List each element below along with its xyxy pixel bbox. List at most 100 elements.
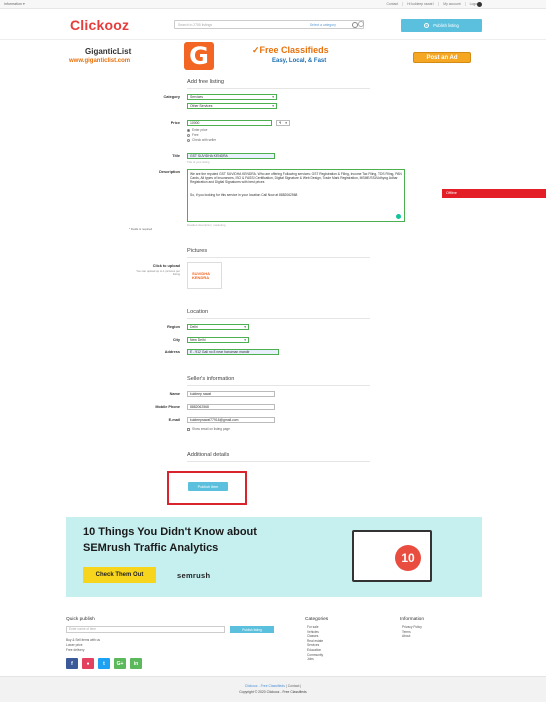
- region-label: Region: [167, 325, 180, 329]
- settings-icon[interactable]: [358, 21, 364, 27]
- site-logo[interactable]: Clickooz: [70, 17, 129, 33]
- divider: [187, 385, 370, 386]
- g-logo-icon: G: [184, 42, 214, 70]
- plus-icon: +: [424, 23, 430, 28]
- publish-listing-label: Publish listing: [433, 23, 459, 28]
- top-links: Contact Hi kuldeep rawat ! My account Lo…: [386, 2, 480, 6]
- categories-title: Categories: [305, 617, 329, 622]
- category-label: Category: [163, 95, 180, 99]
- instagram-icon[interactable]: ●: [82, 658, 94, 669]
- categories-list: For sale Vehicles Classes Real estate Se…: [307, 625, 323, 662]
- location-title: Location: [187, 309, 209, 315]
- ad-badge: 10: [395, 545, 421, 571]
- email-input[interactable]: kuldeeprawat77916@gmail.com: [187, 417, 275, 423]
- divider: [187, 461, 370, 462]
- seller-info-title: Seller's information: [187, 376, 235, 382]
- subcategory-select[interactable]: Other Services: [187, 103, 277, 109]
- price-option-enter[interactable]: Enter price: [187, 128, 207, 132]
- show-email-checkbox[interactable]: Show email on listing page: [187, 427, 230, 431]
- header: Clickooz Search in 2755 listings Select …: [0, 9, 546, 40]
- email-label: E-mail: [168, 418, 180, 422]
- privacy-policy-link[interactable]: Privacy Policy: [402, 625, 422, 630]
- offline-chat-tab[interactable]: Offline: [442, 189, 546, 198]
- phone-input[interactable]: 8882062568: [187, 404, 275, 410]
- post-ad-button[interactable]: Post an Ad: [413, 52, 471, 63]
- ad-headline-1: 10 Things You Didn't Know about: [83, 526, 257, 538]
- upload-hint: You can upload up to 1 pictures per list…: [136, 269, 180, 277]
- quick-publish-button[interactable]: Publish listing: [230, 626, 274, 633]
- copyright-text: Copyright © 2020 Clickooz - Free Classif…: [239, 690, 307, 694]
- city-select[interactable]: New Delhi: [187, 337, 249, 343]
- upload-label[interactable]: Click to upload: [0, 264, 180, 268]
- divider: [187, 318, 370, 319]
- price-option-enter-label: Enter price: [192, 128, 208, 132]
- ad-headline-2: SEMrush Traffic Analytics: [83, 542, 219, 554]
- banner-site-url: www.giganticlist.com: [69, 58, 131, 64]
- price-option-free[interactable]: Free: [187, 133, 199, 137]
- ad-cta-button[interactable]: Check Them Out: [83, 567, 156, 583]
- contact-footer-link[interactable]: | Contact |: [286, 684, 301, 688]
- show-email-label: Show email on listing page: [192, 427, 230, 431]
- publish-item-button[interactable]: Publish item: [188, 482, 228, 491]
- category-select[interactable]: Select a category: [310, 23, 336, 27]
- title-input[interactable]: GST SUVIDHA KENDRA: [187, 153, 275, 159]
- phone-label: Mobile Phone: [155, 405, 180, 409]
- add-listing-title: Add free listing: [187, 79, 225, 85]
- facebook-icon[interactable]: f: [66, 658, 78, 669]
- quick-publish-input[interactable]: Enter name of item: [66, 626, 225, 633]
- title-label: Title: [172, 154, 180, 158]
- free-delivery-text: Free delivery: [66, 648, 85, 652]
- price-option-check[interactable]: Check with seller: [187, 138, 216, 142]
- information-menu[interactable]: Information ▾: [4, 2, 25, 6]
- description-textarea[interactable]: We are the reputed GST SUVIDHA KENDRA. W…: [187, 169, 405, 222]
- notification-icon[interactable]: [477, 2, 482, 7]
- promo-banner[interactable]: GiganticList www.giganticlist.com G ✓Fre…: [66, 42, 482, 72]
- user-greeting-link[interactable]: Hi kuldeep rawat !: [402, 2, 434, 6]
- name-label: Name: [169, 392, 180, 396]
- pictures-title: Pictures: [187, 248, 208, 254]
- top-bar: Information ▾ Contact Hi kuldeep rawat !…: [0, 0, 546, 9]
- bottom-bar: Clickooz - Free Classifieds | Contact | …: [0, 676, 546, 702]
- quick-publish-title: Quick publish: [66, 617, 95, 622]
- publish-listing-button[interactable]: + Publish listing: [401, 19, 482, 32]
- required-note: * Fields is required: [129, 227, 153, 231]
- address-input[interactable]: E - 912 Gali no 8 near hanuman mandir: [187, 349, 279, 355]
- google-plus-icon[interactable]: G+: [114, 658, 126, 669]
- information-title: Information: [400, 617, 424, 622]
- banner-site-name: GiganticList: [85, 47, 132, 56]
- contact-link[interactable]: Contact: [386, 2, 398, 6]
- title-hint: Title of your listing: [187, 160, 210, 164]
- price-input[interactable]: 10000: [187, 120, 272, 126]
- price-label: Price: [170, 121, 180, 125]
- lower-price-text: Lower price: [66, 643, 83, 647]
- city-label: City: [172, 338, 180, 342]
- divider: [187, 88, 370, 89]
- home-link[interactable]: Clickooz - Free Classifieds: [245, 684, 285, 688]
- name-input[interactable]: kuldeep rawat: [187, 391, 275, 397]
- category-select[interactable]: Services: [187, 94, 277, 100]
- footer-category-link[interactable]: Education: [307, 648, 323, 653]
- description-paragraph-2: So, if you looking for this service in y…: [190, 192, 298, 197]
- region-select[interactable]: Delhi: [187, 324, 249, 330]
- highlight-box: Publish item: [167, 471, 247, 505]
- grammarly-icon[interactable]: [396, 214, 401, 219]
- linkedin-icon[interactable]: in: [130, 658, 142, 669]
- description-label: Description: [159, 170, 180, 174]
- my-account-link[interactable]: My account: [438, 2, 461, 6]
- additional-details-title: Additional details: [187, 452, 230, 458]
- currency-select[interactable]: ₹: [276, 120, 290, 126]
- footer-category-link[interactable]: Jobs: [307, 657, 323, 662]
- price-option-check-label: Check with seller: [192, 138, 217, 142]
- uploaded-picture[interactable]: SUVIDHA KENDRA: [187, 262, 222, 289]
- price-option-free-label: Free: [192, 133, 199, 137]
- search-input[interactable]: Search in 2755 listings Select a categor…: [174, 20, 364, 29]
- bottom-links: Clickooz - Free Classifieds | Contact |: [0, 684, 546, 688]
- advertisement[interactable]: 10 Things You Didn't Know about SEMrush …: [66, 517, 482, 597]
- about-link[interactable]: About: [402, 634, 422, 639]
- description-paragraph-1: We are the reputed GST SUVIDHA KENDRA. W…: [190, 172, 402, 185]
- information-list: Privacy Policy Terms About: [402, 625, 422, 639]
- buy-sell-text: Buy & Sell items with us: [66, 638, 101, 642]
- twitter-icon[interactable]: t: [98, 658, 110, 669]
- banner-tagline: Easy, Local, & Fast: [272, 58, 327, 64]
- description-hint: Detailed description, marketing: [187, 223, 226, 227]
